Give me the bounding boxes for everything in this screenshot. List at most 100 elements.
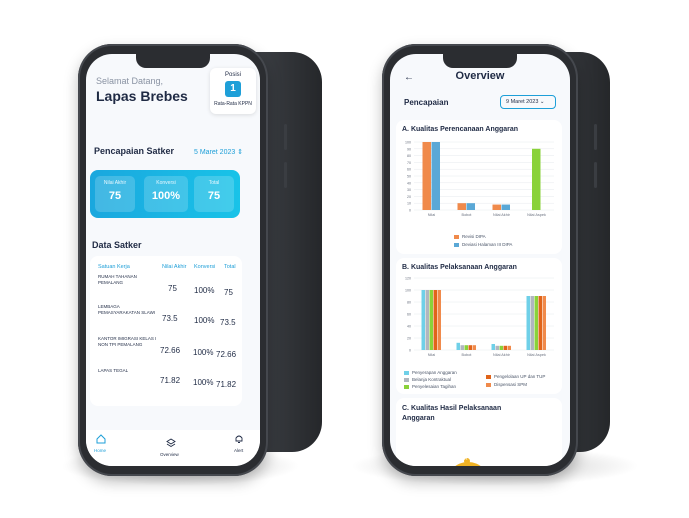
section-c-title: C. Kualitas Hasil Pelaksanaan Anggaran: [402, 405, 502, 422]
user-name: Lapas Brebes: [96, 88, 188, 104]
achievement-date-picker[interactable]: 5 Maret 2023 ⇕: [194, 148, 243, 156]
achievement-title: Pencapaian Satker: [94, 146, 175, 156]
legend-item: Penyerapan Anggaran: [404, 370, 457, 375]
notch: [443, 54, 517, 68]
bar: [422, 142, 431, 210]
bar: [431, 142, 440, 210]
data-satker-table: Satuan Kerja Nilai Akhir Konversi Total …: [90, 256, 242, 406]
achievement-label: Pencapaian: [404, 98, 449, 107]
y-tick-label: 80: [407, 154, 411, 158]
y-tick-label: 10: [407, 202, 411, 206]
bar: [456, 342, 460, 350]
y-tick-label: 60: [407, 313, 411, 317]
data-satker-title: Data Satker: [92, 240, 142, 250]
bar: [491, 344, 495, 350]
bar: [425, 290, 429, 350]
chart-a: 0 10 20 30 40 50 60 70 80 90 100 Nilai Bobot Nilai Ak…: [405, 141, 554, 217]
y-tick-label: 40: [407, 181, 411, 185]
column-header: Konversi: [194, 264, 216, 270]
left-phone-button: [284, 124, 287, 150]
legend-item: Belanja Kontraktual: [404, 377, 451, 382]
column-header: Nilai Akhir: [162, 264, 187, 270]
tab-alert[interactable]: Alert: [234, 448, 243, 453]
score-label: Total: [208, 180, 220, 186]
layers-icon[interactable]: [166, 438, 176, 448]
rank-sub: Rata-Rata KPPN: [214, 101, 252, 107]
page-title: Overview: [455, 70, 505, 82]
bar: [421, 290, 425, 350]
legend-label: Pengelolaan UP dan TUP: [494, 374, 546, 379]
date-picker[interactable]: 9 Maret 2023 ⌄: [500, 95, 556, 109]
y-tick-label: 100: [405, 289, 411, 293]
x-tick-label: Nilai Aspek: [527, 353, 546, 357]
legend-item: Dispensasi SPM: [486, 382, 527, 387]
bar: [492, 204, 501, 210]
x-tick-label: Nilai: [428, 353, 436, 357]
bar: [542, 296, 546, 350]
legend-item: Pengelolaan UP dan TUP: [486, 374, 545, 379]
row-nilai: 72.66: [160, 346, 181, 355]
score-value: 100%: [151, 190, 181, 202]
bar: [538, 296, 542, 350]
score-card: Nilai Akhir 75 Konversi 100% Total 75: [90, 170, 240, 218]
bar: [499, 345, 503, 350]
score-label: Konversi: [156, 180, 176, 186]
legend-label: Penyerapan Anggaran: [412, 370, 457, 375]
legend-swatch: [454, 234, 459, 239]
y-tick-label: 20: [407, 337, 411, 341]
bar: [501, 204, 510, 210]
bar: [433, 290, 437, 350]
section-a-title: A. Kualitas Perencanaan Anggaran: [402, 126, 519, 133]
score-label: Nilai Akhir: [103, 180, 127, 186]
bell-icon[interactable]: [234, 434, 244, 444]
legend-item: Revisi DIPA: [454, 234, 486, 239]
legend-item: Deviasi Halaman III DIPA: [454, 242, 512, 247]
score-value: 75: [108, 190, 122, 202]
x-tick-label: Nilai Akhir: [493, 213, 511, 217]
y-tick-label: 80: [407, 301, 411, 305]
legend-swatch: [404, 377, 409, 382]
greeting: Selamat Datang,: [96, 76, 164, 86]
notch: [136, 54, 210, 68]
left-screen: Selamat Datang, Lapas Brebes Posisi 1 Ra…: [86, 54, 260, 466]
y-tick-label: 60: [407, 168, 411, 172]
chart-card-b: B. Kualitas Pelaksanaan Anggaran 0 20 40 60…: [396, 258, 562, 394]
row-nilai: 71.82: [160, 376, 181, 385]
row-name: RUMAH TAHANAN PEMALANG: [98, 274, 137, 285]
stage: Selamat Datang, Lapas Brebes Posisi 1 Ra…: [0, 0, 689, 518]
row-name: LAPAS TEGAL: [98, 368, 129, 373]
gauge-marker-label: 75: [464, 457, 468, 461]
rank-card[interactable]: Posisi 1 Rata-Rata KPPN: [210, 68, 256, 114]
legend-swatch: [454, 242, 459, 247]
home-icon[interactable]: [96, 434, 106, 444]
x-tick-label: Bobot: [462, 213, 473, 217]
y-tick-label: 120: [405, 277, 411, 281]
row-konversi: 100%: [194, 286, 215, 295]
row-total: 72.66: [216, 350, 237, 359]
bar: [472, 345, 476, 350]
x-tick-label: Bobot: [462, 353, 473, 357]
tab-home[interactable]: Home: [94, 448, 106, 453]
x-tick-label: Nilai Aspek: [527, 213, 546, 217]
bar: [503, 345, 507, 350]
bar: [464, 345, 468, 350]
chart-card-a: A. Kualitas Perencanaan Anggaran 0 10 20 30…: [396, 120, 562, 254]
left-phone-button: [284, 162, 287, 188]
left-phone: Selamat Datang, Lapas Brebes Posisi 1 Ra…: [78, 44, 268, 476]
row-nilai: 73.5: [162, 314, 178, 323]
y-tick-label: 50: [407, 175, 411, 179]
x-tick-label: Nilai: [428, 213, 436, 217]
score-tile: Nilai Akhir 75: [95, 176, 135, 212]
score-tile: Total 75: [194, 176, 234, 212]
row-total: 73.5: [220, 318, 236, 327]
rank-value: 1: [225, 81, 241, 97]
x-tick-label: Nilai Akhir: [493, 353, 511, 357]
row-konversi: 100%: [193, 348, 214, 357]
bar: [466, 203, 475, 210]
bar: [457, 203, 466, 210]
bar: [530, 296, 534, 350]
right-phone-button: [594, 124, 597, 150]
tab-overview[interactable]: Overview: [160, 452, 179, 457]
right-phone-button: [594, 162, 597, 188]
bar: [507, 345, 511, 350]
